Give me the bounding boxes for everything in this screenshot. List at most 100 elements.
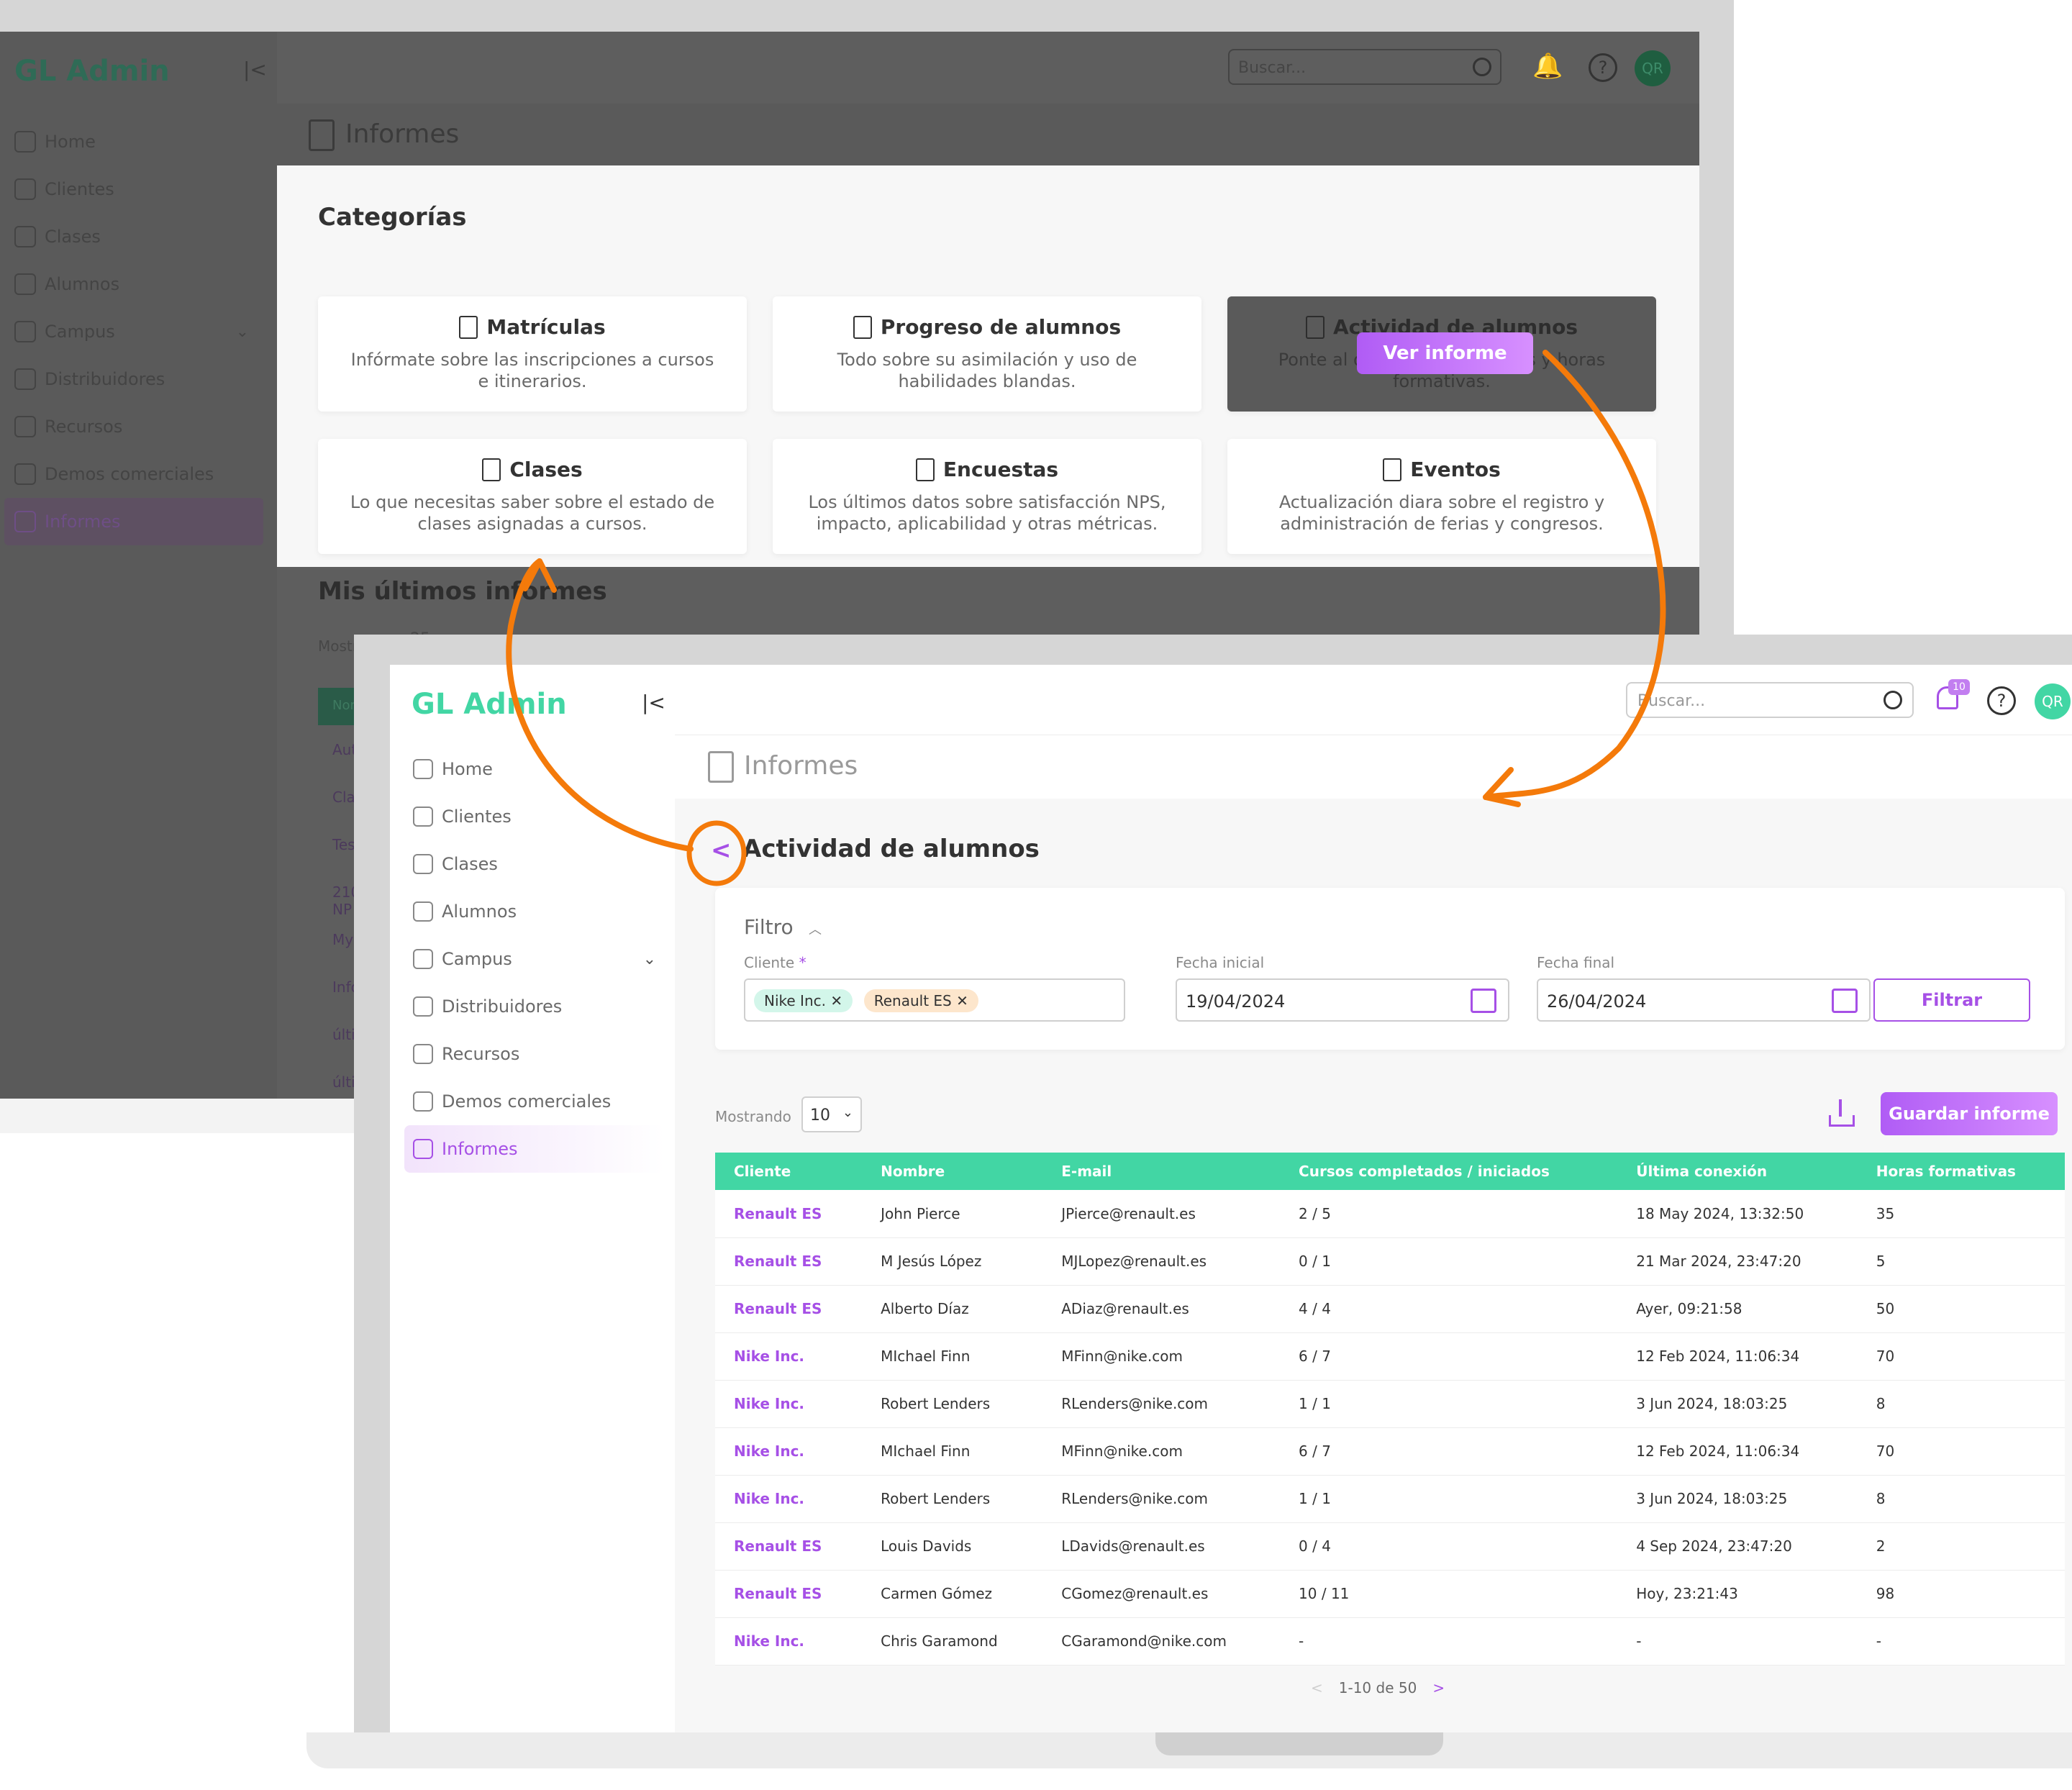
back-sidebar-item-distribuidores[interactable]: Distribuidores bbox=[14, 355, 263, 403]
back-sidebar-item-recursos[interactable]: Recursos bbox=[14, 403, 263, 450]
back-sidebar-item-campus[interactable]: Campus ⌄ bbox=[14, 308, 263, 355]
sidebar-item-campus[interactable]: Campus ⌄ bbox=[404, 935, 665, 983]
column-header[interactable]: Horas formativas bbox=[1857, 1153, 2065, 1190]
back-sidebar-item-clientes[interactable]: Clientes bbox=[14, 165, 263, 213]
table-cell: Hoy, 23:21:43 bbox=[1617, 1570, 1858, 1618]
table-cell: MJLopez@renault.es bbox=[1042, 1237, 1281, 1286]
help-icon[interactable]: ? bbox=[1987, 686, 2016, 715]
back-sidebar-item-home[interactable]: Home bbox=[14, 118, 263, 165]
category-card-5[interactable]: Encuestas Los últimos datos sobre satisfa… bbox=[773, 439, 1201, 554]
table-row[interactable]: Renault ES John Pierce JPierce@renault.es 2… bbox=[715, 1190, 2065, 1238]
close-icon[interactable]: ✕ bbox=[956, 992, 968, 1009]
client-link[interactable]: Nike Inc. bbox=[715, 1617, 863, 1666]
table-row[interactable]: Nike Inc. Chris Garamond CGaramond@nike.co… bbox=[715, 1617, 2065, 1666]
cliente-multiselect[interactable]: Nike Inc. ✕ Renault ES ✕ bbox=[744, 978, 1125, 1022]
avatar[interactable]: QR bbox=[1635, 50, 1671, 86]
resources-icon bbox=[14, 416, 36, 437]
sidebar-item-demos-comerciales[interactable]: Demos comerciales bbox=[404, 1078, 665, 1125]
sidebar-item-informes[interactable]: Informes bbox=[404, 1125, 665, 1173]
search-input[interactable]: Buscar... bbox=[1626, 682, 1914, 718]
sidebar-item-distribuidores[interactable]: Distribuidores bbox=[404, 983, 665, 1030]
column-header[interactable]: Última conexión bbox=[1617, 1153, 1858, 1190]
category-card-6[interactable]: Eventos Actualización diara sobre el regi… bbox=[1227, 439, 1656, 554]
prev-page-icon[interactable]: < bbox=[1311, 1679, 1323, 1696]
back-sidebar-item-demos-comerciales[interactable]: Demos comerciales bbox=[14, 450, 263, 498]
table-cell: LDavids@renault.es bbox=[1042, 1522, 1281, 1571]
client-link[interactable]: Renault ES bbox=[715, 1190, 863, 1238]
bell-icon[interactable]: 🔔 bbox=[1532, 52, 1563, 81]
category-card-4[interactable]: Clases Lo que necesitas saber sobre el es… bbox=[318, 439, 747, 554]
table-row[interactable]: Renault ES Alberto Díaz ADiaz@renault.es 4 … bbox=[715, 1285, 2065, 1333]
column-header[interactable]: Cliente bbox=[715, 1153, 863, 1190]
client-link[interactable]: Renault ES bbox=[715, 1522, 863, 1571]
sidebar-item-alumnos[interactable]: Alumnos bbox=[404, 888, 665, 935]
client-link[interactable]: Renault ES bbox=[715, 1237, 863, 1286]
client-link[interactable]: Renault ES bbox=[715, 1570, 863, 1618]
chevron-down-icon[interactable]: ⌄ bbox=[643, 950, 656, 968]
filter-title[interactable]: Filtro bbox=[744, 915, 794, 939]
download-icon[interactable] bbox=[1829, 1099, 1855, 1127]
category-title: Encuestas bbox=[773, 458, 1201, 481]
sidebar-item-label: Demos comerciales bbox=[442, 1091, 612, 1112]
help-icon[interactable]: ? bbox=[1589, 53, 1617, 82]
client-link[interactable]: Nike Inc. bbox=[715, 1475, 863, 1523]
table-cell: - bbox=[1857, 1617, 2065, 1666]
back-chevron-icon[interactable]: < bbox=[711, 836, 732, 865]
column-header[interactable]: E-mail bbox=[1042, 1153, 1281, 1190]
search-icon[interactable] bbox=[1884, 691, 1902, 709]
chevron-up-icon[interactable]: ︿ bbox=[809, 919, 822, 938]
close-icon[interactable]: ✕ bbox=[830, 992, 842, 1009]
fecha-inicial-input[interactable]: 19/04/2024 bbox=[1176, 978, 1509, 1022]
collapse-icon[interactable]: |< bbox=[243, 58, 267, 81]
table-cell: 8 bbox=[1857, 1475, 2065, 1523]
table-cell: 1 / 1 bbox=[1280, 1475, 1618, 1523]
sidebar-item-clientes[interactable]: Clientes bbox=[404, 793, 665, 840]
back-sidebar-item-informes[interactable]: Informes bbox=[4, 498, 263, 545]
client-link[interactable]: Nike Inc. bbox=[715, 1380, 863, 1428]
fecha-final-input[interactable]: 26/04/2024 bbox=[1537, 978, 1871, 1022]
back-sidebar-item-alumnos[interactable]: Alumnos bbox=[14, 260, 263, 308]
page-size-select[interactable]: 10 ⌄ bbox=[801, 1096, 862, 1132]
guardar-informe-button[interactable]: Guardar informe bbox=[1881, 1092, 2058, 1135]
table-cell: 6 / 7 bbox=[1280, 1427, 1618, 1476]
sidebar-item-label: Alumnos bbox=[442, 901, 517, 922]
table-row[interactable]: Nike Inc. MIchael Finn MFinn@nike.com 6 / 7… bbox=[715, 1332, 2065, 1381]
sidebar-item-home[interactable]: Home bbox=[404, 745, 665, 793]
chevron-down-icon[interactable]: ⌄ bbox=[236, 323, 249, 341]
category-desc: Infórmate sobre las inscripciones a curs… bbox=[350, 350, 714, 391]
sidebar-item-clases[interactable]: Clases bbox=[404, 840, 665, 888]
category-card-2[interactable]: Progreso de alumnos Todo sobre su asimila… bbox=[773, 296, 1201, 412]
calendar-icon[interactable] bbox=[1832, 989, 1858, 1013]
sidebar-item-label: Home bbox=[442, 759, 493, 779]
client-link[interactable]: Nike Inc. bbox=[715, 1332, 863, 1381]
collapse-sidebar-icon[interactable]: |< bbox=[642, 691, 665, 714]
back-search-input[interactable]: Buscar... bbox=[1228, 49, 1501, 85]
table-row[interactable]: Nike Inc. Robert Lenders RLenders@nike.com… bbox=[715, 1380, 2065, 1428]
client-link[interactable]: Renault ES bbox=[715, 1285, 863, 1333]
table-row[interactable]: Renault ES Louis Davids LDavids@renault.es… bbox=[715, 1522, 2065, 1571]
user-avatar[interactable]: QR bbox=[2035, 683, 2071, 719]
chip-nike[interactable]: Nike Inc. ✕ bbox=[754, 989, 853, 1012]
back-sidebar-item-clases[interactable]: Clases bbox=[14, 213, 263, 260]
table-row[interactable]: Renault ES Carmen Gómez CGomez@renault.es 1… bbox=[715, 1570, 2065, 1618]
category-card-1[interactable]: Matrículas Infórmate sobre las inscripcio… bbox=[318, 296, 747, 412]
page-header: Informes bbox=[675, 735, 2072, 799]
search-icon[interactable] bbox=[1473, 58, 1491, 76]
front-screen: GL Admin |< Home Clientes Clases Alumnos Cam… bbox=[390, 665, 2072, 1732]
sidebar-item-recursos[interactable]: Recursos bbox=[404, 1030, 665, 1078]
column-header[interactable]: Nombre bbox=[862, 1153, 1043, 1190]
client-link[interactable]: Nike Inc. bbox=[715, 1427, 863, 1476]
fecha-final-value: 26/04/2024 bbox=[1547, 991, 1647, 1012]
next-page-icon[interactable]: > bbox=[1432, 1679, 1445, 1696]
calendar-icon[interactable] bbox=[1471, 989, 1496, 1013]
column-header[interactable]: Cursos completados / iniciados bbox=[1280, 1153, 1618, 1190]
filtrar-button[interactable]: Filtrar bbox=[1873, 978, 2030, 1022]
chip-renault[interactable]: Renault ES ✕ bbox=[863, 989, 978, 1012]
category-title-text: Eventos bbox=[1410, 458, 1501, 481]
table-row[interactable]: Renault ES M Jesús López MJLopez@renault.e… bbox=[715, 1237, 2065, 1286]
home-icon bbox=[413, 759, 433, 779]
table-row[interactable]: Nike Inc. Robert Lenders RLenders@nike.com… bbox=[715, 1475, 2065, 1523]
ver-informe-button[interactable]: Ver informe bbox=[1357, 332, 1533, 374]
bell-icon[interactable]: 10 bbox=[1937, 679, 1970, 711]
table-row[interactable]: Nike Inc. MIchael Finn MFinn@nike.com 6 / 7… bbox=[715, 1427, 2065, 1476]
